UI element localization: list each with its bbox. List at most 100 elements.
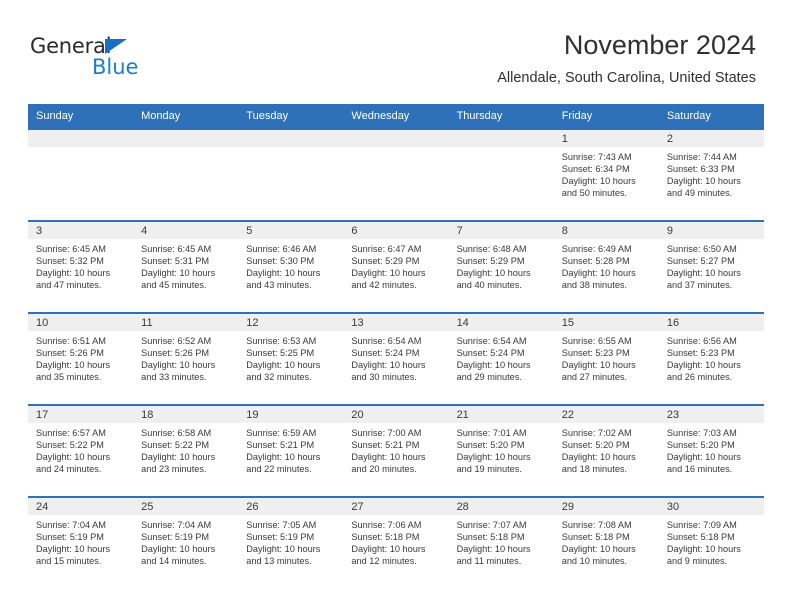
daylight-duration-line2: and 45 minutes. xyxy=(141,280,207,291)
day-number: 4 xyxy=(133,222,239,239)
calendar-day-cell[interactable]: 6 Sunrise: 6:47 AM Sunset: 5:29 PM Daylight… xyxy=(343,220,449,313)
day-number: 19 xyxy=(238,406,344,423)
day-number: 10 xyxy=(28,314,134,331)
daylight-duration-line1: Daylight: 10 hours xyxy=(141,452,216,463)
sunrise-time: Sunrise: 7:44 AM xyxy=(666,152,737,162)
daylight-duration-line1: Daylight: 10 hours xyxy=(561,544,636,555)
calendar-cell-empty xyxy=(448,128,554,221)
day-number: 12 xyxy=(238,314,344,331)
daylight-duration-line1: Daylight: 10 hours xyxy=(36,268,111,279)
calendar-day-cell[interactable]: 12 Sunrise: 6:53 AM Sunset: 5:25 PM Dayligh… xyxy=(238,312,344,405)
calendar-day-cell[interactable]: 29 Sunrise: 7:08 AM Sunset: 5:18 PM Dayligh… xyxy=(553,496,659,588)
sunrise-time: Sunrise: 6:54 AM xyxy=(456,336,527,346)
calendar-day-cell[interactable]: 11 Sunrise: 6:52 AM Sunset: 5:26 PM Dayligh… xyxy=(133,312,239,405)
day-cell-inner: 25 Sunrise: 7:04 AM Sunset: 5:19 PM Dayligh… xyxy=(133,498,239,588)
logo-triangle-icon xyxy=(105,39,127,54)
sunrise-time: Sunrise: 7:01 AM xyxy=(456,428,527,438)
calendar-day-cell[interactable]: 24 Sunrise: 7:04 AM Sunset: 5:19 PM Dayligh… xyxy=(28,496,134,588)
daylight-duration-line2: and 43 minutes. xyxy=(246,280,312,291)
daylight-duration-line2: and 32 minutes. xyxy=(246,372,312,383)
daylight-duration-line1: Daylight: 10 hours xyxy=(36,360,111,371)
daylight-duration-line2: and 11 minutes. xyxy=(456,556,522,567)
calendar-page: General Blue November 2024 Allendale, So… xyxy=(0,0,792,612)
daylight-duration-line2: and 22 minutes. xyxy=(246,464,312,475)
calendar-day-cell[interactable]: 17 Sunrise: 6:57 AM Sunset: 5:22 PM Dayligh… xyxy=(28,404,134,497)
calendar-day-cell[interactable]: 8 Sunrise: 6:49 AM Sunset: 5:28 PM Daylight… xyxy=(553,220,659,313)
daylight-duration-line2: and 35 minutes. xyxy=(36,372,102,383)
day-number: 5 xyxy=(238,222,344,239)
calendar-day-cell[interactable]: 25 Sunrise: 7:04 AM Sunset: 5:19 PM Dayligh… xyxy=(133,496,239,588)
sun-times-block: Sunrise: 6:55 AM Sunset: 5:23 PM Daylight:… xyxy=(554,331,659,383)
daylight-duration-line1: Daylight: 10 hours xyxy=(141,544,216,555)
calendar-day-cell[interactable]: 14 Sunrise: 6:54 AM Sunset: 5:24 PM Dayligh… xyxy=(448,312,554,405)
page-title: November 2024 xyxy=(563,30,756,60)
sun-times-block: Sunrise: 7:05 AM Sunset: 5:19 PM Daylight:… xyxy=(238,515,343,567)
calendar-day-cell[interactable]: 10 Sunrise: 6:51 AM Sunset: 5:26 PM Dayligh… xyxy=(28,312,134,405)
day-number: 20 xyxy=(343,406,449,423)
calendar-day-cell[interactable]: 5 Sunrise: 6:46 AM Sunset: 5:30 PM Daylight… xyxy=(238,220,344,313)
day-number: 24 xyxy=(28,498,134,515)
sunset-time: Sunset: 5:27 PM xyxy=(666,256,735,267)
calendar-day-cell[interactable]: 4 Sunrise: 6:45 AM Sunset: 5:31 PM Daylight… xyxy=(133,220,239,313)
calendar-day-cell[interactable]: 26 Sunrise: 7:05 AM Sunset: 5:19 PM Dayligh… xyxy=(238,496,344,588)
calendar-day-cell[interactable]: 3 Sunrise: 6:45 AM Sunset: 5:32 PM Daylight… xyxy=(28,220,134,313)
general-blue-logo[interactable]: General Blue xyxy=(30,36,170,84)
day-number xyxy=(28,130,134,147)
sunset-time: Sunset: 5:20 PM xyxy=(456,440,525,451)
sunset-time: Sunset: 5:32 PM xyxy=(36,256,104,267)
calendar-day-cell[interactable]: 19 Sunrise: 6:59 AM Sunset: 5:21 PM Dayligh… xyxy=(238,404,344,497)
sun-times-block: Sunrise: 6:54 AM Sunset: 5:24 PM Daylight:… xyxy=(449,331,554,383)
day-cell-inner: 21 Sunrise: 7:01 AM Sunset: 5:20 PM Dayligh… xyxy=(448,406,554,496)
daylight-duration-line1: Daylight: 10 hours xyxy=(561,176,636,187)
calendar-day-cell[interactable]: 27 Sunrise: 7:06 AM Sunset: 5:18 PM Dayligh… xyxy=(343,496,449,588)
day-number: 13 xyxy=(343,314,449,331)
sunset-time: Sunset: 5:26 PM xyxy=(141,348,210,359)
sun-times-block: Sunrise: 6:47 AM Sunset: 5:29 PM Daylight:… xyxy=(343,239,448,291)
day-cell-inner: 16 Sunrise: 6:56 AM Sunset: 5:23 PM Dayligh… xyxy=(658,314,764,404)
calendar-day-cell[interactable]: 21 Sunrise: 7:01 AM Sunset: 5:20 PM Dayligh… xyxy=(448,404,554,497)
calendar-day-cell[interactable]: 28 Sunrise: 7:07 AM Sunset: 5:18 PM Dayligh… xyxy=(448,496,554,588)
sun-times-block: Sunrise: 6:51 AM Sunset: 5:26 PM Daylight:… xyxy=(28,331,133,383)
calendar-day-cell[interactable]: 20 Sunrise: 7:00 AM Sunset: 5:21 PM Dayligh… xyxy=(343,404,449,497)
sunrise-time: Sunrise: 6:48 AM xyxy=(456,244,527,254)
calendar-day-cell[interactable]: 23 Sunrise: 7:03 AM Sunset: 5:20 PM Dayligh… xyxy=(658,404,764,497)
daylight-duration-line1: Daylight: 10 hours xyxy=(141,360,216,371)
sun-times-block: Sunrise: 6:52 AM Sunset: 5:26 PM Daylight:… xyxy=(133,331,238,383)
calendar-day-cell[interactable]: 15 Sunrise: 6:55 AM Sunset: 5:23 PM Dayligh… xyxy=(553,312,659,405)
daylight-duration-line1: Daylight: 10 hours xyxy=(246,544,321,555)
calendar-day-cell[interactable]: 7 Sunrise: 6:48 AM Sunset: 5:29 PM Daylight… xyxy=(448,220,554,313)
calendar-day-cell[interactable]: 2 Sunrise: 7:44 AM Sunset: 6:33 PM Daylight… xyxy=(658,128,764,221)
calendar-day-cell[interactable]: 1 Sunrise: 7:43 AM Sunset: 6:34 PM Daylight… xyxy=(553,128,659,221)
sunset-time: Sunset: 5:23 PM xyxy=(561,348,630,359)
day-cell-inner xyxy=(28,130,134,220)
daylight-duration-line2: and 37 minutes. xyxy=(666,280,733,291)
calendar-day-cell[interactable]: 9 Sunrise: 6:50 AM Sunset: 5:27 PM Daylight… xyxy=(658,220,764,313)
day-cell-inner: 27 Sunrise: 7:06 AM Sunset: 5:18 PM Dayligh… xyxy=(343,498,449,588)
sun-times-block: Sunrise: 7:09 AM Sunset: 5:18 PM Daylight:… xyxy=(659,515,764,567)
daylight-duration-line1: Daylight: 10 hours xyxy=(561,268,636,279)
calendar-day-cell[interactable]: 22 Sunrise: 7:02 AM Sunset: 5:20 PM Dayligh… xyxy=(553,404,659,497)
sunrise-time: Sunrise: 6:45 AM xyxy=(141,244,212,254)
calendar-day-cell[interactable]: 13 Sunrise: 6:54 AM Sunset: 5:24 PM Dayligh… xyxy=(343,312,449,405)
sunset-time: Sunset: 5:18 PM xyxy=(456,532,525,543)
daylight-duration-line2: and 15 minutes. xyxy=(36,556,102,567)
day-cell-inner: 20 Sunrise: 7:00 AM Sunset: 5:21 PM Dayligh… xyxy=(343,406,449,496)
weekday-header-saturday: Saturday xyxy=(658,104,764,129)
day-number: 7 xyxy=(448,222,554,239)
calendar-day-cell[interactable]: 18 Sunrise: 6:58 AM Sunset: 5:22 PM Dayligh… xyxy=(133,404,239,497)
weekday-header-wednesday: Wednesday xyxy=(343,104,449,129)
day-cell-inner: 12 Sunrise: 6:53 AM Sunset: 5:25 PM Dayligh… xyxy=(238,314,344,404)
calendar-day-cell[interactable]: 16 Sunrise: 6:56 AM Sunset: 5:23 PM Dayligh… xyxy=(658,312,764,405)
sun-times-block: Sunrise: 6:48 AM Sunset: 5:29 PM Daylight:… xyxy=(449,239,554,291)
daylight-duration-line2: and 38 minutes. xyxy=(561,280,628,291)
calendar-day-cell[interactable]: 30 Sunrise: 7:09 AM Sunset: 5:18 PM Dayligh… xyxy=(658,496,764,588)
daylight-duration-line1: Daylight: 10 hours xyxy=(141,268,216,279)
day-number: 27 xyxy=(343,498,449,515)
calendar-cell-empty xyxy=(133,128,239,221)
sunrise-time: Sunrise: 7:07 AM xyxy=(456,520,527,530)
day-cell-inner xyxy=(343,130,449,220)
day-number: 28 xyxy=(448,498,554,515)
daylight-duration-line2: and 27 minutes. xyxy=(561,372,628,383)
daylight-duration-line1: Daylight: 10 hours xyxy=(351,268,426,279)
sunrise-time: Sunrise: 7:06 AM xyxy=(351,520,422,530)
